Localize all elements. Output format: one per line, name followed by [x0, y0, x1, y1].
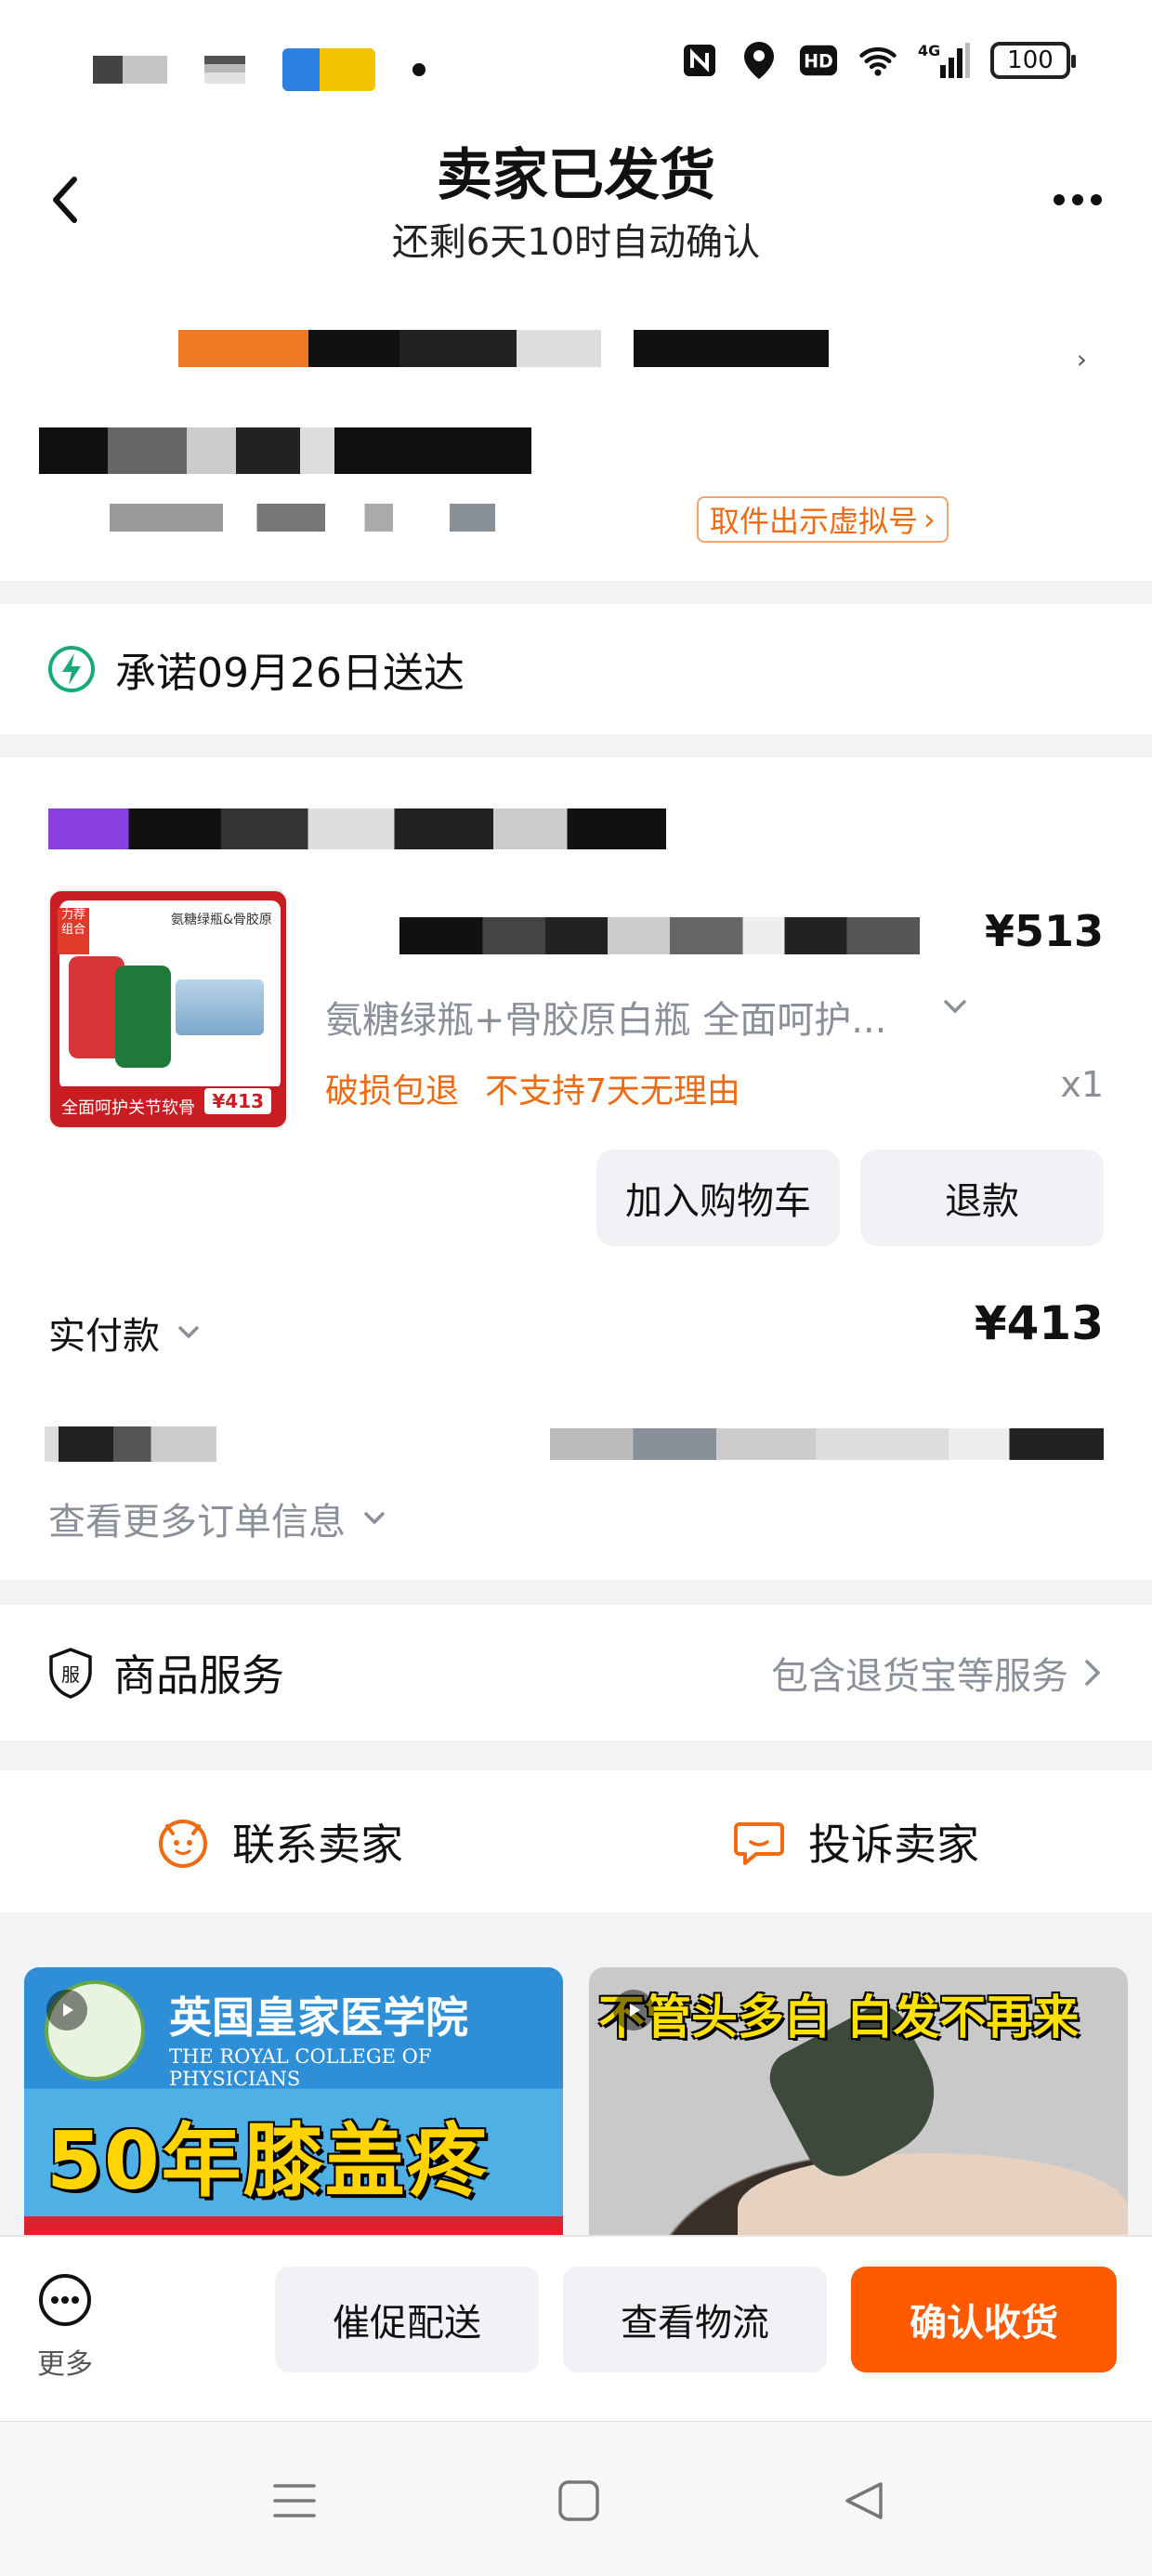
complain-seller-button[interactable]: 投诉卖家	[730, 1770, 979, 1912]
recommendation-headline: 50年膝盖疼	[46, 2115, 489, 2208]
product-service-row[interactable]: 服 商品服务 包含退货宝等服务	[0, 1605, 1152, 1741]
service-title-group: 服 商品服务	[46, 1605, 284, 1741]
status-bar: HD 4G 100	[0, 0, 1152, 130]
product-sku[interactable]: 氨糖绿瓶+骨胶原白瓶 全面呵护...	[325, 990, 886, 1044]
thumbnail-badge: 力荐组合	[58, 908, 89, 954]
more-options-button[interactable]	[1041, 167, 1115, 232]
urge-delivery-button[interactable]: 催促配送	[275, 2267, 539, 2372]
home-button[interactable]	[546, 2468, 611, 2533]
redacted-shop-name	[48, 808, 666, 849]
redacted-address-line	[178, 330, 829, 367]
add-to-cart-button[interactable]: 加入购物车	[596, 1150, 840, 1246]
dot-icon	[1054, 194, 1065, 205]
redacted-phone-number	[110, 504, 676, 532]
recent-apps-button[interactable]	[262, 2468, 327, 2533]
lightning-icon	[48, 646, 95, 692]
battery-level: 100	[1007, 46, 1054, 74]
delivery-promise-row: 承诺09月26日送达	[0, 604, 1152, 734]
no-7day-return-tag: 不支持7天无理由	[485, 1072, 740, 1111]
location-icon	[740, 41, 779, 80]
paid-label: 实付款	[48, 1315, 160, 1358]
view-logistics-button[interactable]: 查看物流	[563, 2267, 827, 2372]
chevron-right-icon: ›	[1076, 344, 1087, 375]
complain-seller-label: 投诉卖家	[808, 1819, 979, 1870]
square-home-icon	[558, 2480, 599, 2521]
more-order-info-toggle[interactable]: 查看更多订单信息	[48, 1492, 390, 1545]
recommendation-subtitle: THE ROYAL COLLEGE OF PHYSICIANS	[169, 2045, 432, 2090]
recommendation-title: 英国皇家医学院	[169, 1992, 468, 2043]
battery-indicator: 100	[990, 42, 1076, 79]
svg-text:4G: 4G	[918, 42, 940, 59]
paid-amount: ¥413	[974, 1296, 1104, 1350]
more-order-info-label: 查看更多订单信息	[48, 1501, 346, 1544]
meituan-app-icon	[282, 48, 375, 91]
seller-contact-row: 联系卖家 投诉卖家	[0, 1770, 1152, 1912]
product-quantity: x1	[1060, 1064, 1104, 1105]
more-actions-label: 更多	[37, 2348, 93, 2381]
status-bar-system-icons: HD 4G 100	[680, 41, 1076, 80]
video-play-icon	[613, 1990, 654, 2031]
dot-icon	[1091, 194, 1102, 205]
page-header: 卖家已发货 还剩6天10时自动确认	[0, 130, 1152, 288]
nfc-icon	[680, 41, 719, 80]
page-title: 卖家已发货	[437, 143, 715, 208]
service-shield-icon: 服	[49, 1648, 92, 1699]
redacted-product-title[interactable]	[399, 917, 920, 954]
notification-icon-redacted	[93, 56, 167, 84]
product-tags: 破损包退 不支持7天无理由	[325, 1064, 740, 1112]
system-back-button[interactable]	[831, 2468, 897, 2533]
virtual-number-label: 取件出示虚拟号	[710, 504, 919, 539]
status-bar-notifications	[93, 48, 425, 91]
triangle-back-icon	[845, 2482, 883, 2519]
svg-text:服: 服	[61, 1663, 80, 1686]
chevron-down-icon	[364, 1512, 385, 1525]
virtual-number-button[interactable]: 取件出示虚拟号 ›	[697, 496, 949, 543]
order-card: 力荐组合 氨糖绿瓶&骨胶原 全面呵护关节软骨 ¥413 ¥513 氨糖绿瓶+骨胶…	[0, 757, 1152, 1580]
more-circle-icon	[39, 2274, 91, 2326]
confirm-receipt-button[interactable]: 确认收货	[851, 2267, 1117, 2372]
product-price: ¥513	[984, 906, 1104, 956]
service-detail: 包含退货宝等服务	[771, 1655, 1068, 1698]
notification-icon-redacted	[204, 56, 245, 84]
menu-lines-icon	[273, 2484, 316, 2517]
thumbnail-heading: 氨糖绿瓶&骨胶原	[171, 913, 272, 927]
video-play-icon	[46, 1990, 87, 2031]
contact-seller-label: 联系卖家	[232, 1819, 403, 1870]
paid-amount-toggle[interactable]: 实付款	[48, 1306, 204, 1360]
bottom-action-bar: 更多 催促配送 查看物流 确认收货	[0, 2235, 1152, 2421]
redacted-order-field-label	[45, 1426, 216, 1462]
refund-button[interactable]: 退款	[860, 1150, 1104, 1246]
service-title: 商品服务	[113, 1650, 284, 1701]
redacted-recipient-name	[39, 427, 531, 474]
back-button[interactable]	[37, 167, 93, 232]
auto-confirm-countdown: 还剩6天10时自动确认	[391, 221, 761, 264]
system-navigation-bar	[0, 2421, 1152, 2576]
chevron-down-icon[interactable]	[938, 990, 972, 1023]
thumbnail-price: ¥413	[204, 1088, 271, 1114]
redacted-order-number	[550, 1428, 1104, 1460]
shipping-address-card[interactable]: › 取件出示虚拟号 ›	[0, 288, 1152, 581]
recommendation-card[interactable]: 英国皇家医学院 THE ROYAL COLLEGE OF PHYSICIANS …	[24, 1967, 563, 2237]
service-detail-group: 包含退货宝等服务	[771, 1605, 1104, 1741]
complaint-icon	[734, 1821, 784, 1865]
contact-seller-button[interactable]: 联系卖家	[154, 1770, 403, 1912]
dot-icon	[1072, 194, 1083, 205]
product-thumbnail[interactable]: 力荐组合 氨糖绿瓶&骨胶原 全面呵护关节软骨 ¥413	[48, 889, 288, 1129]
seller-chat-icon	[159, 1819, 207, 1868]
svg-text:HD: HD	[804, 51, 833, 72]
chevron-left-icon	[53, 177, 77, 223]
damage-refund-tag: 破损包退	[325, 1072, 460, 1111]
recommendation-card[interactable]: 不管头多白 白发不再来	[589, 1967, 1128, 2237]
recommendation-headline: 不管头多白 白发不再来	[598, 1991, 1080, 2044]
delivery-promise-text: 承诺09月26日送达	[115, 650, 465, 697]
chevron-right-icon	[1085, 1660, 1101, 1686]
notification-dot-icon	[412, 63, 425, 76]
wifi-icon	[858, 41, 897, 80]
chevron-right-icon: ›	[923, 502, 936, 537]
cellular-signal-icon: 4G	[918, 41, 970, 80]
hd-icon: HD	[799, 41, 838, 80]
chevron-down-icon	[178, 1326, 199, 1339]
more-actions-button[interactable]: 更多	[28, 2272, 102, 2382]
